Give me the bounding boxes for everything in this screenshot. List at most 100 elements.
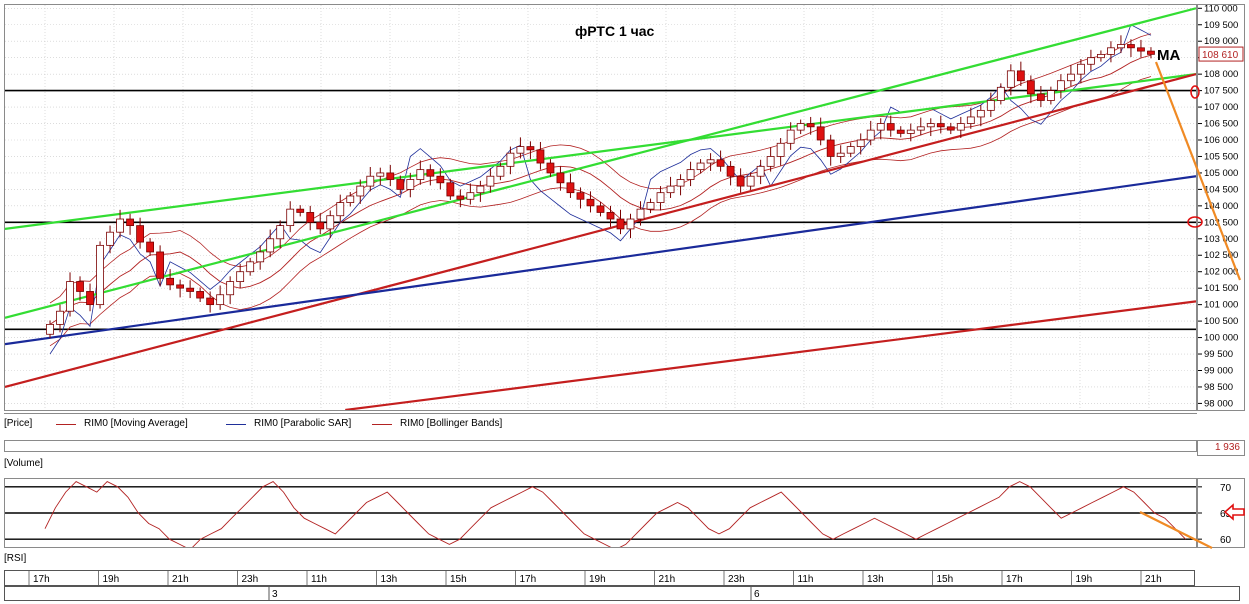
- candle-body: [676, 179, 685, 187]
- rsi-tick-label: 60: [1220, 535, 1232, 546]
- candle-body: [916, 126, 925, 131]
- time-tick-label: 11h: [798, 574, 814, 585]
- price-tick-label: 101 000: [1204, 300, 1238, 311]
- candle-body: [106, 231, 114, 246]
- candle-body: [946, 126, 955, 131]
- legend-sar-swatch: [226, 424, 246, 425]
- candle-body: [306, 212, 315, 223]
- candle-body: [686, 169, 695, 180]
- candle-body: [846, 146, 855, 154]
- candle-body: [996, 86, 1005, 101]
- candle-body: [56, 310, 64, 325]
- price-tick-label: 102 000: [1204, 267, 1238, 278]
- price-tick-label: 104 000: [1204, 201, 1238, 212]
- candle-body: [126, 218, 134, 227]
- time-tick-label: 21h: [659, 574, 676, 585]
- price-tick-label: 109 000: [1204, 36, 1238, 47]
- time-tick-label: 15h: [937, 574, 954, 585]
- candle-body: [366, 175, 375, 187]
- candle-body: [876, 123, 885, 131]
- time-tick-label: 11h: [311, 574, 327, 585]
- price-chart: [5, 5, 1196, 410]
- candle-body: [426, 169, 435, 177]
- candle-body: [456, 195, 465, 200]
- rsi-panel: [4, 478, 1197, 548]
- candle-body: [436, 175, 445, 184]
- candle-body: [716, 159, 725, 167]
- time-tick-label: 15h: [450, 574, 467, 585]
- candle-body: [956, 123, 965, 131]
- time-tick-label: 17h: [33, 574, 50, 585]
- candle-body: [216, 294, 225, 306]
- price-tick-label: 101 500: [1204, 283, 1238, 294]
- time-tick-label: 17h: [1006, 574, 1023, 585]
- candle-body: [986, 100, 995, 111]
- candle-body: [1127, 44, 1135, 49]
- price-tick-label: 100 000: [1204, 333, 1238, 344]
- candle-body: [346, 195, 355, 203]
- time-tick-label: 19h: [589, 574, 606, 585]
- candle-body: [1036, 93, 1045, 101]
- candle-body: [906, 129, 915, 134]
- price-tick-label: 99 000: [1204, 365, 1233, 376]
- candle-body: [256, 251, 265, 263]
- candle-body: [1137, 47, 1145, 52]
- candle-body: [966, 116, 975, 124]
- rsi-chart: [5, 481, 1196, 547]
- candle-body: [226, 281, 235, 296]
- candle-body: [496, 165, 505, 177]
- price-tick-label: 100 500: [1204, 316, 1238, 327]
- candle-body: [526, 146, 535, 151]
- candle-body: [816, 126, 825, 141]
- date-tick-label: 6: [754, 589, 760, 600]
- candle-body: [196, 291, 205, 299]
- candle-body: [706, 159, 715, 164]
- candle-body: [206, 297, 215, 306]
- candle-body: [736, 175, 745, 187]
- date-tick-label: 3: [272, 589, 278, 600]
- legend-ma-label: RIM0 [Moving Average]: [84, 418, 188, 429]
- candle-body: [926, 123, 935, 128]
- ma-annotation: МА: [1157, 47, 1181, 64]
- price-panel: фРТС 1 час МА: [4, 4, 1197, 411]
- candle-body: [336, 202, 345, 217]
- legend-bb-swatch: [372, 424, 392, 425]
- candle-body: [656, 192, 665, 203]
- price-tick-label: 99 500: [1204, 349, 1233, 360]
- price-tick-label: 105 000: [1204, 168, 1238, 179]
- candle-body: [756, 165, 765, 177]
- candle-body: [556, 172, 565, 184]
- candle-body: [466, 192, 475, 200]
- candle-body: [1147, 50, 1155, 55]
- time-tick-label: 23h: [728, 574, 745, 585]
- volume-axis: 1 936: [1197, 440, 1245, 456]
- price-tick-label: 105 500: [1204, 151, 1238, 162]
- price-tick-label: 102 500: [1204, 250, 1238, 261]
- price-tick-label: 110 000: [1204, 5, 1238, 14]
- price-tick-label: 107 500: [1204, 86, 1238, 97]
- candle-body: [156, 251, 165, 279]
- last-price-label: 108 610: [1202, 50, 1239, 61]
- candle-body: [416, 169, 425, 180]
- price-candles: [46, 35, 1155, 339]
- chart-title: фРТС 1 час: [575, 23, 655, 39]
- candle-body: [166, 277, 175, 286]
- time-tick-label: 17h: [520, 574, 537, 585]
- price-axis: 110 000109 500109 000108 500108 000107 5…: [1197, 4, 1245, 411]
- candle-body: [836, 152, 845, 157]
- candle-body: [1117, 44, 1125, 49]
- time-tick-label: 21h: [1145, 574, 1162, 585]
- price-tick-label: 108 000: [1204, 69, 1238, 80]
- rsi-tick-label: 65: [1220, 509, 1232, 520]
- legend-bb-label: RIM0 [Bollinger Bands]: [400, 418, 503, 429]
- legend-ma-swatch: [56, 424, 76, 425]
- time-tick-label: 19h: [103, 574, 120, 585]
- candle-body: [626, 218, 635, 230]
- volume-label: [Volume]: [4, 458, 43, 469]
- candle-body: [276, 225, 285, 240]
- candle-body: [396, 179, 405, 190]
- candle-body: [376, 172, 385, 177]
- candle-body: [866, 129, 875, 141]
- candle-body: [246, 261, 255, 273]
- candle-body: [96, 244, 104, 306]
